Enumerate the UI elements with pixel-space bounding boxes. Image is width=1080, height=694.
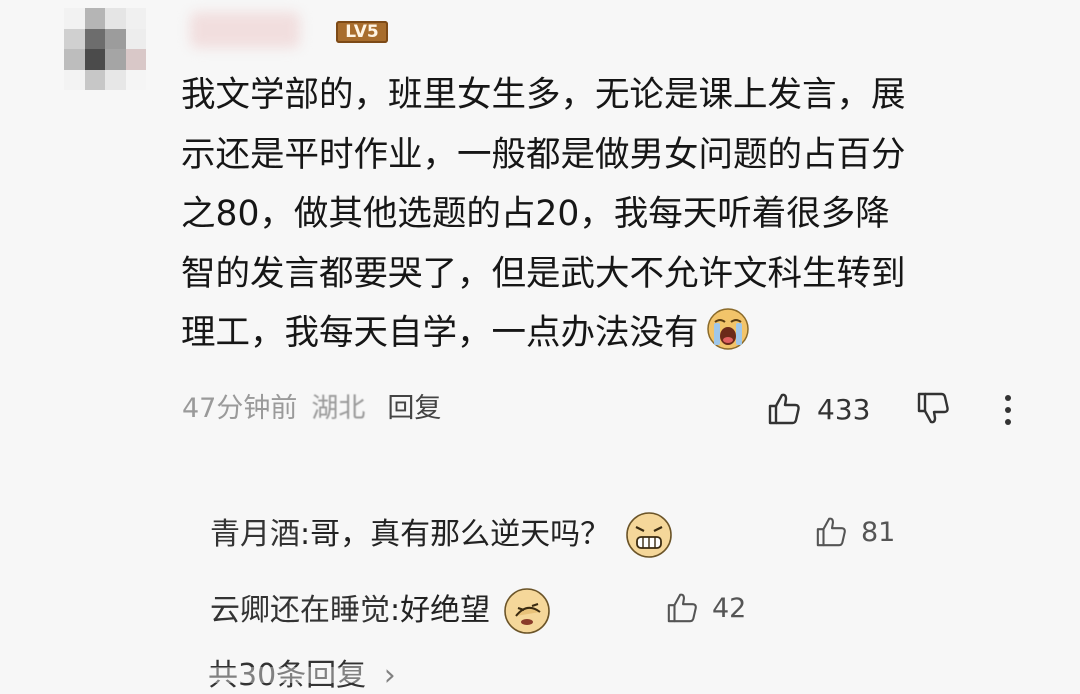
comment-line: 之80，做其他选题的占20，我每天听着很多降 (181, 194, 890, 234)
reply-item[interactable]: 云卿还在睡觉: 好绝望 (210, 586, 552, 636)
comment-meta: 47分钟前 湖北 回复 (182, 389, 441, 429)
location: 湖北 (311, 393, 366, 424)
reply-like-button[interactable]: 81 (815, 515, 895, 549)
comment-line-last: 理工，我每天自学，一点办法没有 (181, 304, 1021, 364)
grimace-face-emoji (626, 512, 672, 558)
dot (1005, 395, 1011, 401)
timestamp: 47分钟前 (182, 393, 298, 424)
more-options-button[interactable] (1000, 390, 1016, 430)
comment-line: 示还是平时作业，一般都是做男女问题的占百分 (181, 134, 906, 175)
username-blurred[interactable] (190, 12, 300, 48)
avatar[interactable] (64, 8, 146, 90)
thumbs-down-icon (917, 392, 949, 424)
thumbs-up-icon (816, 517, 846, 547)
reply-button[interactable]: 回复 (387, 393, 441, 424)
comment-line-text: 理工，我每天自学，一点办法没有 (181, 313, 699, 353)
dislike-button[interactable] (916, 390, 952, 432)
reply-text: 好绝望 (400, 593, 491, 628)
comment-line: 我文学部的，班里女生多，无论是课上发言，展 (181, 75, 906, 115)
like-button[interactable]: 433 (767, 389, 870, 429)
reply-author[interactable]: 云卿还在睡觉 (210, 589, 390, 633)
thumbs-up-icon (667, 593, 697, 623)
level-badge: LV5 (336, 21, 388, 43)
reply-like-count: 81 (861, 516, 896, 548)
comment-line: 智的发言都要哭了，但是武大不允许文科生转到 (181, 253, 906, 294)
like-count: 433 (817, 392, 871, 426)
reply-separator: : (300, 517, 311, 552)
reply-item[interactable]: 青月酒: 哥，真有那么逆天吗？ (210, 510, 674, 560)
facepalm-face-emoji (504, 588, 550, 634)
crying-face-emoji (706, 308, 749, 350)
reply-author[interactable]: 青月酒 (210, 513, 300, 557)
reply-like-button[interactable]: 42 (666, 591, 746, 625)
dot (1005, 407, 1011, 413)
thumbs-up-icon (768, 393, 800, 425)
reply-separator: : (390, 593, 401, 628)
comment-text: 我文学部的，班里女生多，无论是课上发言，展 示还是平时作业，一般都是做男女问题的… (181, 66, 1021, 364)
bottom-edge (0, 667, 1080, 683)
dot (1005, 419, 1011, 425)
reply-text: 哥，真有那么逆天吗？ (310, 517, 611, 552)
reply-like-count: 42 (712, 592, 747, 624)
